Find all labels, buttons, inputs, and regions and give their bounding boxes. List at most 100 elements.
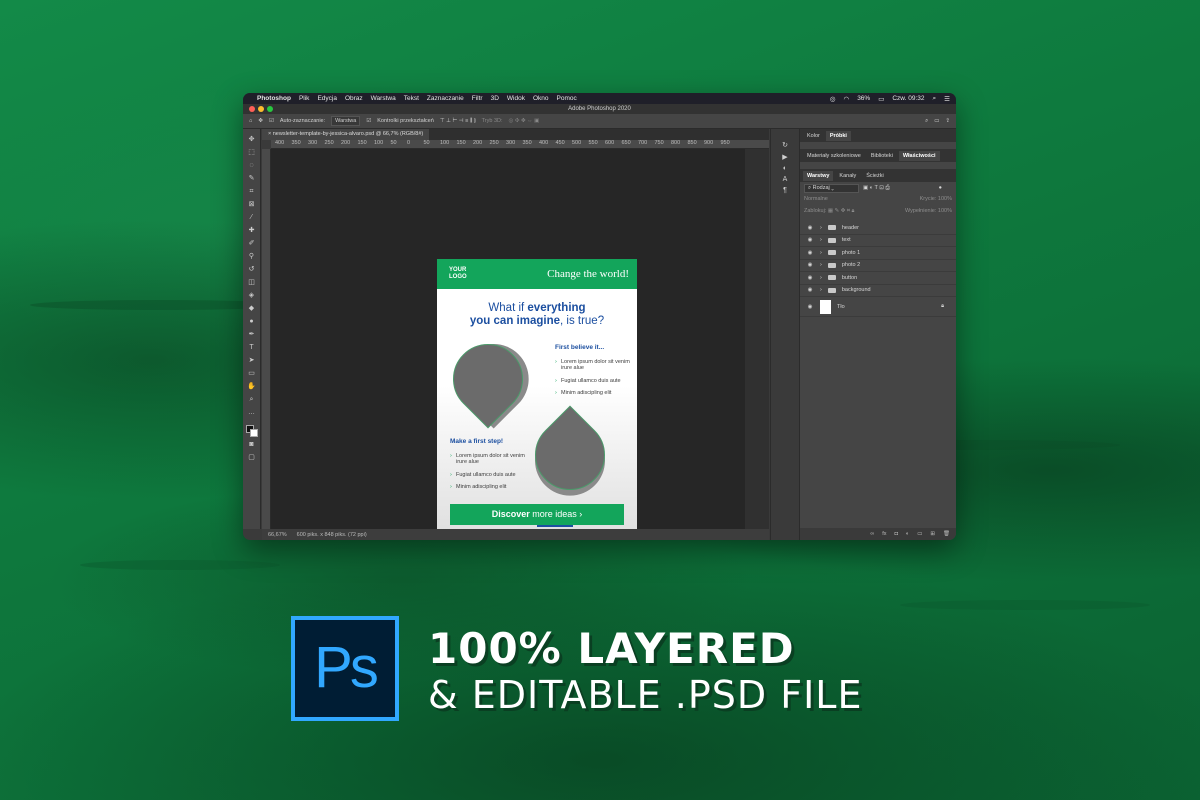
opacity-value[interactable]: 100% [938, 196, 952, 202]
blend-mode-dropdown[interactable]: Normalne [804, 196, 828, 204]
new-group-icon[interactable]: ▭ [917, 531, 922, 537]
background-layer-row[interactable]: ◉ Tło 🔒︎ [800, 297, 956, 317]
layer-row[interactable]: ◉ › photo 1 [800, 247, 956, 260]
expand-chevron-icon[interactable]: › [820, 275, 822, 281]
close-tab-icon[interactable]: × [268, 131, 271, 137]
tab-sciezki[interactable]: Ścieżki [862, 171, 887, 181]
path-select-tool-icon[interactable]: ➤ [249, 356, 255, 366]
tab-materialy[interactable]: Materiały szkoleniowe [803, 151, 865, 161]
eraser-tool-icon[interactable]: ◫ [248, 278, 255, 288]
tab-probki[interactable]: Próbki [825, 130, 851, 141]
layer-row[interactable]: ◉ › button [800, 272, 956, 285]
tab-kanaly[interactable]: Kanały [835, 171, 860, 181]
lasso-tool-icon[interactable]: ◌ [249, 161, 253, 171]
history-icon[interactable]: ↻ [782, 141, 788, 149]
character-icon[interactable]: A [783, 176, 788, 183]
auto-select-dropdown[interactable]: Warstwa [331, 116, 361, 126]
play-icon[interactable]: ▶ [782, 153, 787, 161]
crop-tool-icon[interactable]: ⌗ [250, 187, 254, 197]
document-tab[interactable]: × newsletter-template-by-jessica-alvaro.… [262, 129, 430, 140]
menu-item-obraz[interactable]: Obraz [345, 95, 363, 102]
fill-value[interactable]: 100% [938, 208, 952, 214]
transform-controls-checkbox[interactable]: ☑ [366, 118, 371, 124]
menu-item-filtr[interactable]: Filtr [472, 95, 483, 102]
layer-row[interactable]: ◉ › background [800, 285, 956, 297]
move-tool-icon[interactable]: ✥ [258, 118, 263, 124]
quick-select-tool-icon[interactable]: ✎ [249, 174, 255, 184]
eyedropper-tool-icon[interactable]: ⁄ [251, 213, 252, 223]
menu-item-edycja[interactable]: Edycja [317, 95, 337, 102]
menu-app-name[interactable]: Photoshop [257, 95, 291, 102]
menu-item-zaznaczanie[interactable]: Zaznaczanie [427, 95, 464, 102]
pen-tool-icon[interactable]: ✒ [249, 330, 255, 340]
menu-item-plik[interactable]: Plik [299, 95, 309, 102]
fx-icon[interactable]: fx [882, 531, 886, 537]
layer-filter-dropdown[interactable]: ⌕ Rodzaj ⌄ [804, 183, 859, 193]
marquee-tool-icon[interactable]: ⬚ [248, 148, 255, 158]
menu-item-okno[interactable]: Okno [533, 95, 549, 102]
move-tool-icon[interactable]: ✥ [249, 135, 255, 145]
wifi-icon[interactable]: ◠ [844, 95, 850, 103]
search-icon[interactable]: ⌕ [925, 118, 928, 125]
menu-list-icon[interactable]: ☰ [944, 95, 950, 103]
expand-chevron-icon[interactable]: › [820, 250, 822, 256]
menu-item-pomoc[interactable]: Pomoc [557, 95, 577, 102]
paragraph-icon[interactable]: ¶ [783, 187, 787, 194]
layer-row[interactable]: ◉ › text [800, 235, 956, 247]
eye-icon[interactable]: ◉ [806, 275, 814, 281]
hand-tool-icon[interactable]: ✋ [247, 382, 256, 392]
zoom-level[interactable]: 66,67% [268, 532, 287, 538]
more-tools-icon[interactable]: … [248, 408, 255, 418]
screen-mode-icon[interactable]: ▢ [248, 453, 255, 463]
3d-tool-icons[interactable]: ◎ ✣ ✥ ⇔ ▣ [509, 118, 540, 124]
layer-row[interactable]: ◉ › header [800, 222, 956, 235]
search-icon[interactable]: ⌕ [933, 95, 937, 103]
auto-select-checkbox[interactable]: ☑ [269, 118, 274, 124]
lock-icons[interactable]: ▦ ✎ ✥ ⌗ 🔒︎ [828, 208, 855, 214]
expand-chevron-icon[interactable]: › [820, 237, 822, 243]
adjustment-layer-icon[interactable]: ◐ [906, 531, 909, 537]
home-icon[interactable]: ⌂ [249, 118, 252, 124]
eye-icon[interactable]: ◉ [806, 304, 814, 310]
background-color[interactable] [249, 429, 258, 437]
eye-icon[interactable]: ◉ [806, 225, 814, 231]
layer-row[interactable]: ◉ › photo 2 [800, 260, 956, 272]
rectangle-tool-icon[interactable]: ▭ [248, 369, 255, 379]
menu-item-widok[interactable]: Widok [507, 95, 525, 102]
eye-icon[interactable]: ◉ [806, 287, 814, 293]
clock[interactable]: Czw. 09:32 [892, 95, 924, 102]
share-icon[interactable]: ⇪ [945, 118, 950, 124]
color-swatches[interactable] [245, 425, 258, 437]
eye-icon[interactable]: ◉ [806, 237, 814, 243]
quick-mask-icon[interactable]: ◙ [249, 440, 253, 450]
filter-icons[interactable]: ▣ ◐ T ⊡ ⎙ [863, 185, 890, 192]
battery-icon[interactable]: ▭ [878, 95, 884, 103]
workspace-icon[interactable]: ▭ [934, 118, 939, 124]
filter-toggle-icon[interactable]: ● [939, 185, 942, 191]
link-layers-icon[interactable]: ∞ [870, 531, 874, 537]
dodge-tool-icon[interactable]: ● [249, 317, 253, 327]
tab-warstwy[interactable]: Warstwy [803, 170, 834, 181]
canvas-area[interactable]: YOUR LOGO Change the world! What if ever… [271, 149, 745, 540]
document-size[interactable]: 600 piks. x 848 piks. (72 ppi) [297, 532, 367, 538]
expand-chevron-icon[interactable]: › [820, 225, 822, 231]
tab-wlasciwosci[interactable]: Właściwości [898, 150, 940, 161]
blur-tool-icon[interactable]: ◆ [249, 304, 254, 314]
menu-item-3d[interactable]: 3D [491, 95, 499, 102]
expand-chevron-icon[interactable]: › [820, 287, 822, 293]
expand-chevron-icon[interactable]: › [820, 262, 822, 268]
zoom-tool-icon[interactable]: ⌕ [250, 395, 254, 405]
history-brush-tool-icon[interactable]: ↺ [249, 265, 255, 275]
adjust-icon[interactable]: ◐ [783, 165, 787, 172]
eye-icon[interactable]: ◉ [806, 262, 814, 268]
frame-tool-icon[interactable]: ⊠ [249, 200, 255, 210]
tab-kolor[interactable]: Kolor [803, 131, 824, 141]
mask-icon[interactable]: ◘ [895, 531, 898, 537]
newsletter-document[interactable]: YOUR LOGO Change the world! What if ever… [437, 259, 637, 540]
new-layer-icon[interactable]: ⊞ [930, 531, 935, 537]
stamp-tool-icon[interactable]: ⚲ [249, 252, 254, 262]
menu-item-tekst[interactable]: Tekst [404, 95, 419, 102]
align-icons[interactable]: ⊤ ⊥ ⊢ ⊣ ≡ ⫼ ⫾ [440, 118, 476, 125]
tab-biblioteki[interactable]: Biblioteki [867, 151, 897, 161]
trash-icon[interactable]: 🗑︎ [943, 531, 950, 537]
